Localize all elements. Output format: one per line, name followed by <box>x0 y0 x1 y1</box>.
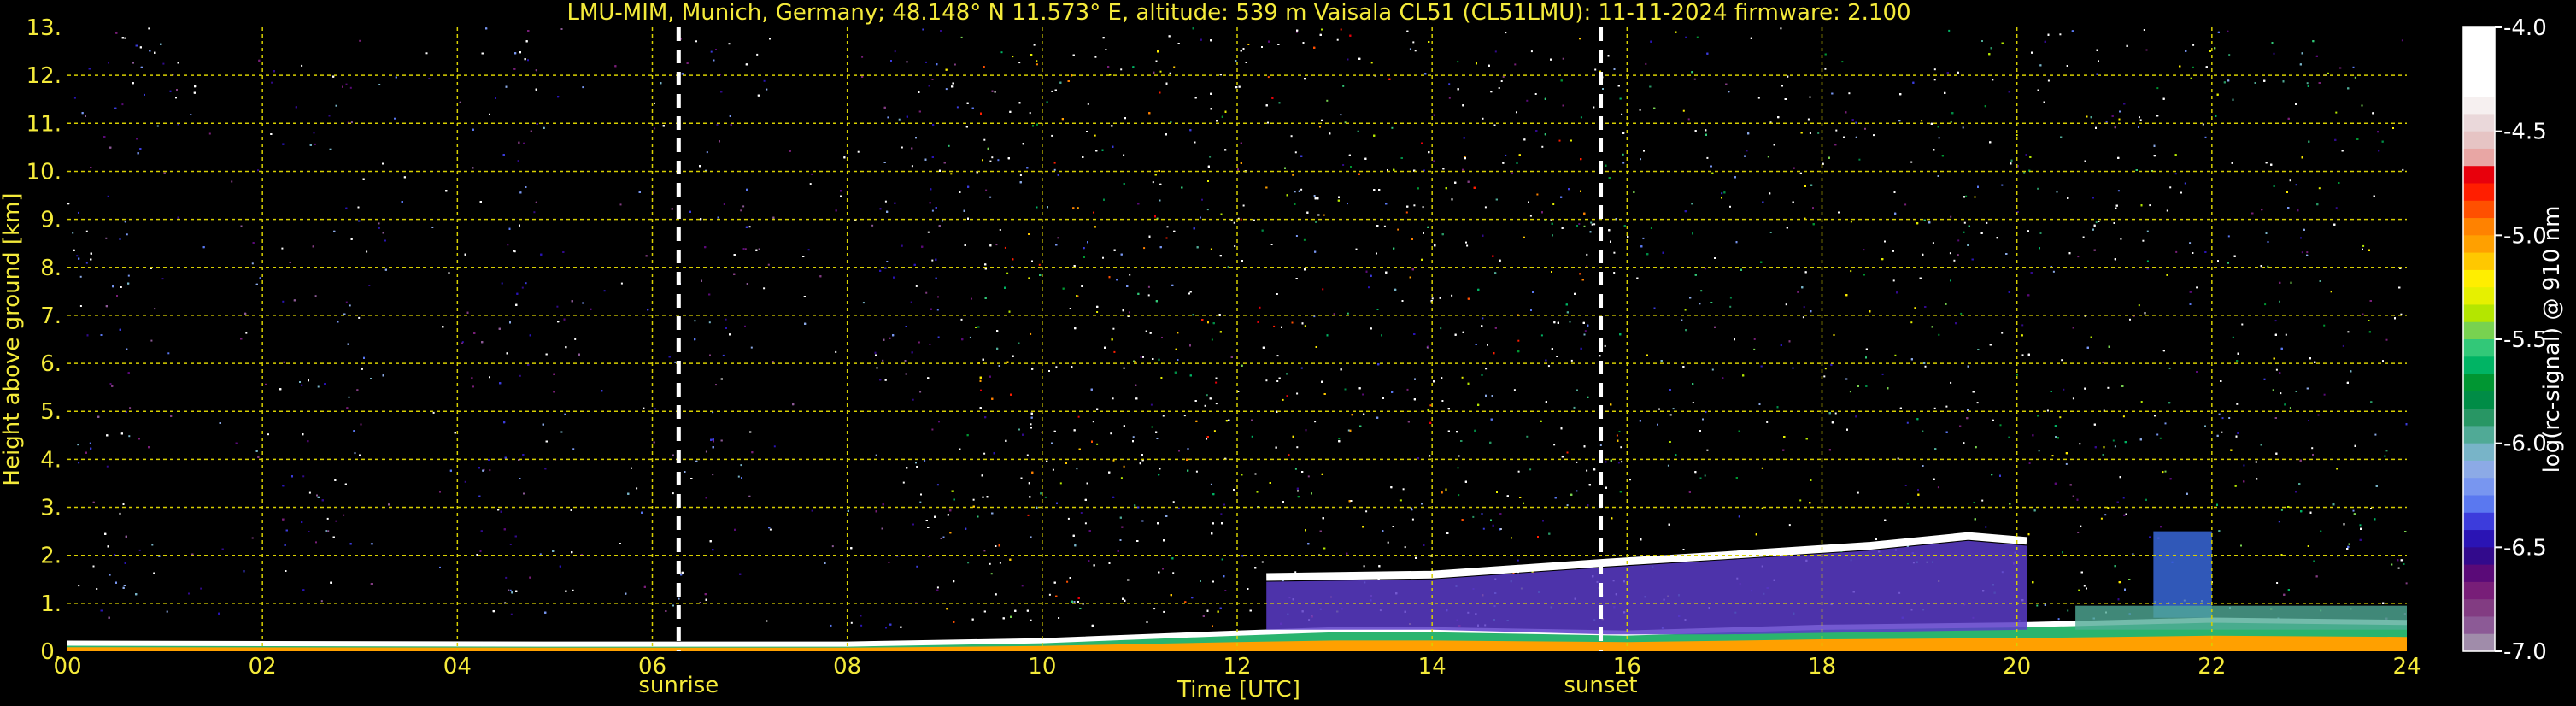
colorbar-cell <box>2463 218 2495 236</box>
colorbar-cell <box>2463 131 2495 150</box>
colorbar-cell <box>2463 409 2495 427</box>
chart-title: LMU-MIM, Munich, Germany; 48.148° N 11.5… <box>566 0 1910 26</box>
colorbar-cell <box>2463 547 2495 566</box>
aerosol-patch <box>2075 605 2407 630</box>
colorbar-cell <box>2463 321 2495 340</box>
colorbar-tick-label: -4.5 <box>2503 120 2547 145</box>
y-tick-label: 5. <box>40 399 62 425</box>
colorbar-label: log(rc-signal) @ 910 nm <box>2539 206 2565 474</box>
x-tick-label: 10 <box>1028 654 1056 680</box>
y-tick-label: 0. <box>40 639 62 665</box>
sunset-label: sunset <box>1564 673 1637 698</box>
plot-area <box>67 27 2408 651</box>
x-tick-label: 18 <box>1808 654 1836 680</box>
y-tick-label: 4. <box>40 447 62 473</box>
colorbar-tick-label: -7.0 <box>2503 639 2547 665</box>
colorbar-cell <box>2463 200 2495 219</box>
sunrise-label: sunrise <box>638 673 719 698</box>
colorbar-cell <box>2463 148 2495 167</box>
colorbar-cell <box>2463 599 2495 618</box>
colorbar-cell <box>2463 44 2495 63</box>
y-tick-label: 10. <box>26 159 62 185</box>
ceilometer-chart: LMU-MIM, Munich, Germany; 48.148° N 11.5… <box>0 0 2576 706</box>
colorbar-cell <box>2463 79 2495 97</box>
colorbar-tick-label: -6.5 <box>2503 535 2547 561</box>
x-tick-label: 08 <box>833 654 861 680</box>
aerosol-patch <box>2153 531 2212 618</box>
y-tick-label: 6. <box>40 351 62 377</box>
colorbar-cell <box>2463 339 2495 357</box>
colorbar-cell <box>2463 235 2495 254</box>
colorbar-cell <box>2463 478 2495 497</box>
x-tick-label: 14 <box>1418 654 1446 680</box>
y-axis-label: Height above ground [km] <box>0 192 25 485</box>
x-tick-label: 12 <box>1223 654 1251 680</box>
y-tick-label: 7. <box>40 303 62 329</box>
y-tick-label: 13. <box>26 15 62 41</box>
colorbar-cells <box>2463 27 2495 652</box>
colorbar-cell <box>2463 460 2495 479</box>
colorbar-cell <box>2463 512 2495 531</box>
colorbar-cell <box>2463 269 2495 288</box>
x-axis-label: Time [UTC] <box>1177 677 1300 703</box>
y-tick-label: 11. <box>26 111 62 137</box>
x-tick-label: 24 <box>2392 654 2421 680</box>
colorbar-cell <box>2463 27 2495 45</box>
colorbar-cell <box>2463 252 2495 271</box>
colorbar-cell <box>2463 97 2495 115</box>
y-tick-label: 2. <box>40 544 62 569</box>
colorbar-cell <box>2463 426 2495 444</box>
colorbar-cell <box>2463 62 2495 80</box>
colorbar-cell <box>2463 530 2495 548</box>
colorbar-cell <box>2463 616 2495 635</box>
y-tick-label: 1. <box>40 591 62 617</box>
y-tick-label: 8. <box>40 256 62 281</box>
colorbar-cell <box>2463 114 2495 132</box>
colorbar-cell <box>2463 374 2495 392</box>
colorbar-cell <box>2463 581 2495 600</box>
colorbar-cell <box>2463 495 2495 514</box>
y-tick-label: 3. <box>40 496 62 521</box>
colorbar-cell <box>2463 391 2495 409</box>
colorbar-cell <box>2463 183 2495 202</box>
x-tick-label: 20 <box>2003 654 2031 680</box>
y-tick-label: 9. <box>40 208 62 233</box>
colorbar-tick-label: -4.0 <box>2503 15 2547 41</box>
y-tick-label: 12. <box>26 63 62 89</box>
colorbar-cell <box>2463 564 2495 583</box>
colorbar-cell <box>2463 443 2495 462</box>
colorbar-cell <box>2463 287 2495 306</box>
colorbar-cell <box>2463 356 2495 375</box>
colorbar-cell <box>2463 633 2495 652</box>
colorbar-cell <box>2463 166 2495 185</box>
x-tick-label: 22 <box>2198 654 2226 680</box>
x-tick-label: 04 <box>443 654 472 680</box>
colorbar-cell <box>2463 304 2495 323</box>
x-tick-label: 02 <box>249 654 277 680</box>
